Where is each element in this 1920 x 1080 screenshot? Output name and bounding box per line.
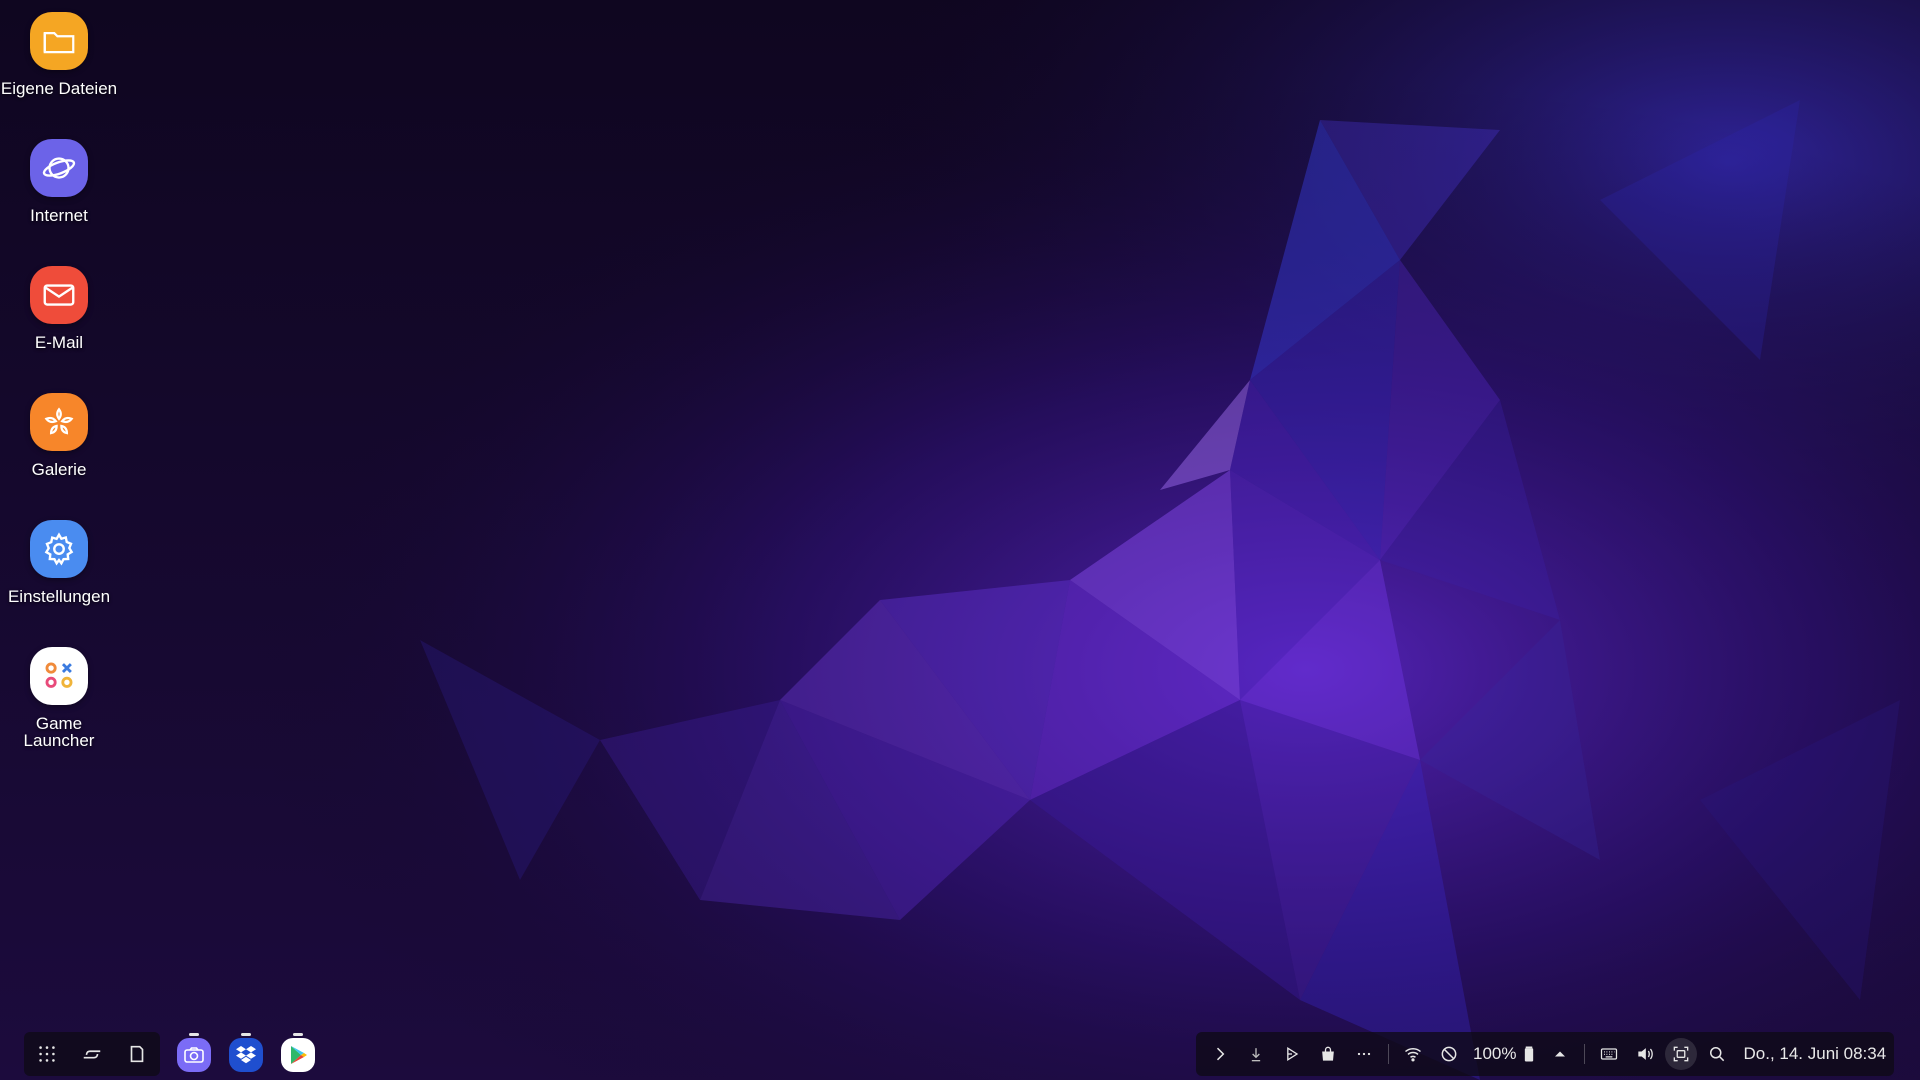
desktop-icon-label: Einstellungen [7, 587, 111, 606]
desktop-icon-label: Game Launcher [23, 714, 95, 750]
screenshot-icon [1674, 1046, 1689, 1062]
battery-percentage: 100% [1473, 1044, 1517, 1063]
search-button[interactable] [1699, 1032, 1735, 1076]
envelope-icon [30, 266, 88, 324]
system-tray: 100% Do., 14. Juni 08:34 [1196, 1032, 1894, 1076]
running-indicator [293, 1033, 303, 1036]
expand-notifications-button[interactable] [1202, 1032, 1238, 1076]
taskbar-nav [24, 1032, 160, 1076]
home-button[interactable] [115, 1032, 159, 1076]
tray-divider [1388, 1044, 1389, 1064]
caret-up-icon [1555, 1051, 1566, 1057]
notification-download[interactable] [1238, 1032, 1274, 1076]
game-launcher-icon [30, 647, 88, 705]
desktop-icon-game-launcher[interactable]: Game Launcher [0, 647, 118, 749]
planet-icon [30, 139, 88, 197]
keyboard-icon [1601, 1048, 1618, 1060]
show-hidden-icons-button[interactable] [1542, 1032, 1578, 1076]
desktop-icon-my-files[interactable]: Eigene Dateien [0, 12, 118, 97]
more-notifications[interactable] [1346, 1032, 1382, 1076]
desktop-icon-label: Galerie [31, 460, 87, 479]
play-store-icon [281, 1038, 315, 1072]
recent-apps-icon [83, 1050, 101, 1059]
camera-icon [177, 1038, 211, 1072]
wifi-status[interactable] [1395, 1032, 1431, 1076]
pinned-dropbox[interactable] [227, 1033, 265, 1075]
bag-icon [1322, 1046, 1334, 1061]
gear-icon [30, 520, 88, 578]
more-icon [1357, 1052, 1371, 1056]
desktop-icon-gallery[interactable]: Galerie [0, 393, 118, 478]
notification-store[interactable] [1310, 1032, 1346, 1076]
play-protect-icon [1287, 1046, 1299, 1062]
recent-apps-button[interactable] [70, 1032, 114, 1076]
running-indicator [189, 1033, 199, 1036]
notification-play-protect[interactable] [1274, 1032, 1310, 1076]
tray-divider [1584, 1044, 1586, 1064]
folder-icon [30, 12, 88, 70]
running-indicator [241, 1033, 251, 1036]
wifi-icon [1404, 1047, 1422, 1062]
clock-date[interactable]: Do., 14. Juni 08:34 [1743, 1044, 1886, 1064]
keyboard-button[interactable] [1591, 1032, 1627, 1076]
wallpaper [0, 0, 1920, 1080]
desktop-icon-internet[interactable]: Internet [0, 139, 118, 224]
desktop-icon-settings[interactable]: Einstellungen [0, 520, 118, 605]
desktop-icon-label: Eigene Dateien [0, 79, 118, 98]
dropbox-icon [229, 1038, 263, 1072]
block-icon [1441, 1046, 1457, 1062]
search-icon [1710, 1047, 1725, 1062]
chevron-right-icon [1216, 1047, 1225, 1061]
volume-icon [1638, 1048, 1654, 1060]
flower-icon [30, 393, 88, 451]
download-icon [1251, 1048, 1261, 1062]
desktop-icon-label: Internet [30, 206, 88, 225]
pinned-camera[interactable] [175, 1033, 213, 1075]
battery-status[interactable] [1516, 1032, 1542, 1076]
do-not-disturb-status[interactable] [1431, 1032, 1467, 1076]
apps-grid-button[interactable] [25, 1032, 69, 1076]
volume-button[interactable] [1627, 1032, 1663, 1076]
home-icon [130, 1045, 144, 1063]
desktop-icon-email[interactable]: E-Mail [0, 266, 118, 351]
desktop-icon-label: E-Mail [34, 333, 84, 352]
apps-grid-icon [38, 1046, 55, 1062]
battery-icon [1525, 1046, 1534, 1062]
screen-capture-button[interactable] [1665, 1038, 1698, 1070]
pinned-play-store[interactable] [279, 1033, 317, 1075]
